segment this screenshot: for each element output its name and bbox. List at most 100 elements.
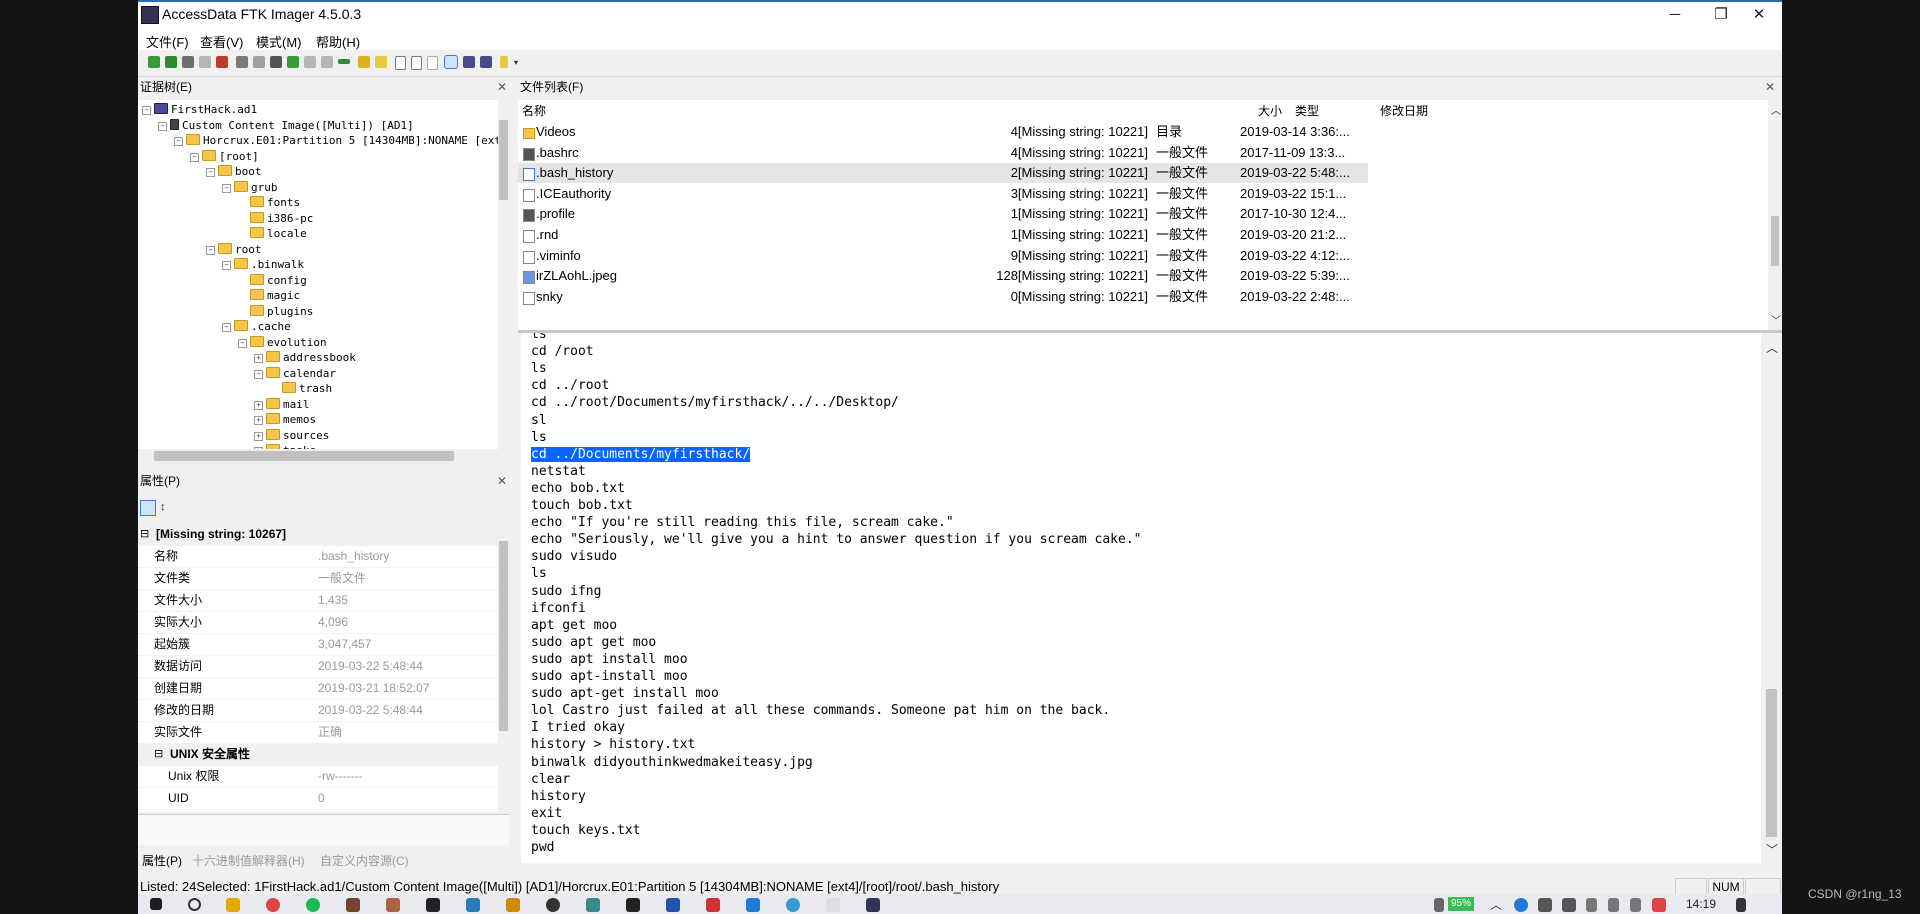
collapse-icon[interactable]: ⊟	[154, 743, 163, 765]
collapse-icon[interactable]: −	[174, 137, 183, 146]
column-name[interactable]: 名称	[522, 102, 546, 119]
text-line[interactable]: cd ../root/Documents/myfirsthack/../../D…	[531, 394, 899, 411]
text-line[interactable]: ls	[531, 333, 547, 343]
property-row[interactable]: 文件类 一般文件	[138, 567, 498, 590]
collapse-icon[interactable]: −	[206, 245, 215, 255]
collapse-icon[interactable]: −	[222, 323, 231, 332]
export-disk-image-icon[interactable]	[253, 56, 265, 68]
text-line[interactable]: I tried okay	[531, 719, 625, 736]
vscode-icon[interactable]	[746, 898, 760, 912]
export-files-icon[interactable]	[358, 56, 370, 68]
text-line[interactable]: ls	[531, 565, 547, 582]
tab-custom-content-sources[interactable]: 自定义内容源(C)	[320, 852, 409, 869]
text-line[interactable]: sl	[531, 412, 547, 429]
typora-icon[interactable]	[826, 898, 840, 912]
text-line[interactable]: cd ../root	[531, 377, 609, 394]
app-icon[interactable]	[706, 898, 720, 912]
remove-all-evidence-icon[interactable]	[216, 56, 228, 68]
tree-node[interactable]: − [root]	[190, 149, 259, 164]
create-custom-content-icon[interactable]	[287, 56, 299, 68]
expand-icon[interactable]: +	[254, 416, 263, 425]
property-subgroup-header[interactable]: ⊟ UNIX 安全属性	[138, 743, 498, 766]
tray-app-icon[interactable]	[1514, 898, 1528, 912]
collapse-icon[interactable]: −	[142, 106, 151, 115]
remove-evidence-icon[interactable]	[199, 56, 211, 68]
file-row[interactable]: .profile 1[Missing string: 10221] 一般文件 2017…	[518, 204, 1368, 224]
tab-hex-interpreter[interactable]: 十六进制值解释器(H)	[192, 852, 305, 869]
tree-node[interactable]: − Horcrux.E01:Partition 5 [14304MB]:NONAM…	[174, 133, 509, 148]
text-line[interactable]: sudo apt-get install moo	[531, 685, 719, 702]
tree-node[interactable]: − root	[206, 242, 262, 257]
file-list-vscroll-thumb[interactable]	[1771, 216, 1779, 266]
text-line[interactable]: history	[531, 788, 586, 805]
close-button[interactable]: ✕	[1736, 2, 1782, 28]
file-row[interactable]: .bash_history 2[Missing string: 10221] 一般文…	[518, 163, 1368, 184]
hex-view-icon[interactable]	[427, 56, 438, 70]
categorized-view-icon[interactable]	[140, 500, 156, 516]
image-mounting-icon[interactable]	[182, 56, 194, 68]
evidence-tree-close-icon[interactable]: ✕	[497, 80, 507, 94]
text-line[interactable]: sudo ifng	[531, 583, 601, 600]
file-list-close-icon[interactable]: ✕	[1765, 80, 1775, 94]
decrypt-icon[interactable]	[304, 56, 316, 68]
export-hash-list-icon[interactable]	[375, 56, 387, 68]
property-row[interactable]: 创建日期 2019-03-21 18:52:07	[138, 677, 498, 700]
property-row[interactable]: 名称 .bash_history	[138, 545, 498, 568]
collapse-icon[interactable]: −	[254, 369, 263, 379]
add-all-evidence-icon[interactable]	[165, 56, 177, 68]
text-line[interactable]: sudo apt get moo	[531, 634, 656, 651]
app-icon[interactable]	[546, 898, 560, 912]
minimize-button[interactable]: ─	[1652, 2, 1698, 28]
text-line[interactable]: sudo apt install moo	[531, 651, 688, 668]
ime-icon[interactable]	[1630, 898, 1641, 912]
text-line[interactable]: cd /root	[531, 343, 594, 360]
wifi-icon[interactable]	[1586, 898, 1597, 912]
file-explorer-icon[interactable]	[226, 898, 240, 912]
evidence-tree-hscroll-thumb[interactable]	[154, 451, 454, 461]
file-row[interactable]: .ICEauthority 3[Missing string: 10221] 一般文…	[518, 184, 1368, 204]
scroll-down-icon[interactable]: ﹀	[1771, 312, 1781, 327]
text-line[interactable]: ls	[531, 429, 547, 446]
capture-memory-icon[interactable]	[338, 59, 350, 64]
terminal-icon[interactable]	[626, 898, 640, 912]
file-row[interactable]: Videos 4[Missing string: 10221] 目录 2019-03-…	[518, 122, 1368, 142]
file-row[interactable]: .rnd 1[Missing string: 10221] 一般文件 2019-03-…	[518, 225, 1368, 245]
property-row[interactable]: 起始簇 3,047,457	[138, 633, 498, 656]
tree-node[interactable]: − .cache	[222, 319, 291, 334]
text-line[interactable]: echo bob.txt	[531, 480, 625, 497]
tray-app-icon[interactable]	[1652, 898, 1666, 912]
text-line[interactable]: exit	[531, 805, 562, 822]
app-icon[interactable]	[666, 898, 680, 912]
text-viewer-vscrollbar[interactable]: ︿ ﹀	[1761, 333, 1782, 863]
expand-icon[interactable]: +	[254, 354, 263, 363]
properties-vscrollbar[interactable]	[498, 523, 509, 812]
notification-icon[interactable]	[1736, 898, 1746, 912]
spotify-icon[interactable]	[306, 898, 320, 912]
tree-node[interactable]: + mail	[254, 397, 310, 412]
tree-node[interactable]: + memos	[254, 412, 316, 427]
tray-app-icon[interactable]	[1538, 898, 1552, 912]
scroll-up-icon[interactable]: ︿	[1771, 102, 1781, 117]
evidence-tree-vscrollbar[interactable]	[498, 100, 509, 449]
properties-vscroll-thumb[interactable]	[499, 541, 508, 731]
file-list-vscrollbar[interactable]: ︿ ﹀	[1768, 100, 1782, 330]
collapse-icon[interactable]: −	[222, 183, 231, 193]
sort-alphabetical-icon[interactable]: ↕	[160, 500, 174, 514]
property-row[interactable]: 文件大小 1,435	[138, 589, 498, 612]
text-line[interactable]: apt get moo	[531, 617, 617, 634]
tree-node[interactable]: − evolution	[238, 335, 327, 350]
chevron-down-icon[interactable]: ▾	[514, 59, 520, 67]
text-line[interactable]: clear	[531, 771, 570, 788]
ftk-imager-taskbar-icon[interactable]	[866, 898, 880, 912]
app-icon[interactable]	[586, 898, 600, 912]
tray-app-icon[interactable]	[1562, 898, 1576, 912]
filtered-view-icon[interactable]	[444, 55, 458, 69]
text-line[interactable]: history > history.txt	[531, 736, 695, 753]
tree-node[interactable]: config	[238, 273, 307, 288]
tree-node[interactable]: i386-pc	[238, 211, 313, 226]
expand-icon[interactable]: +	[254, 400, 263, 410]
property-row[interactable]: 实际大小 4,096	[138, 611, 498, 634]
chrome-icon[interactable]	[266, 898, 280, 912]
tree-node[interactable]: − FirstHack.ad1	[142, 102, 257, 117]
create-disk-image-icon[interactable]	[236, 56, 248, 68]
